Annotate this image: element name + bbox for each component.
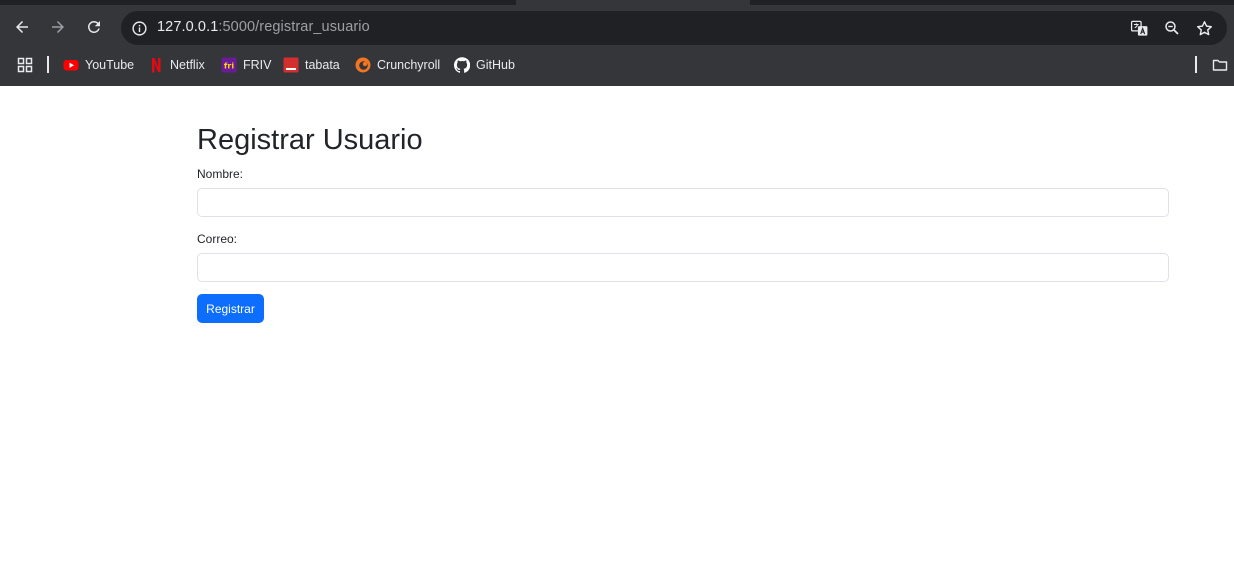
translate-icon	[1130, 20, 1147, 36]
bookmark-label: YouTube	[85, 58, 135, 72]
bookmark-tabata[interactable]: tabata	[283, 55, 340, 75]
bookmark-label: GitHub	[476, 58, 515, 72]
bookmark-friv[interactable]: fri FRIV	[221, 55, 271, 75]
email-label: Correo:	[197, 232, 238, 246]
tab-strip-edge	[0, 0, 516, 5]
apps-grid-icon	[17, 57, 33, 73]
address-bar[interactable]: 127.0.0.1:5000/registrar_usuario	[121, 11, 1227, 45]
forward-button[interactable]	[43, 12, 73, 42]
bookmark-netflix[interactable]: Netflix	[148, 55, 205, 75]
name-label: Nombre:	[197, 167, 244, 181]
info-icon	[131, 20, 147, 36]
bookmark-label: FRIV	[243, 58, 272, 72]
arrow-right-icon	[52, 21, 64, 33]
browser-chrome: 127.0.0.1:5000/registrar_usuario YouTube…	[0, 0, 1234, 86]
bookmark-youtube[interactable]: YouTube	[63, 55, 134, 75]
back-button[interactable]	[7, 12, 37, 42]
url-text[interactable]: 127.0.0.1:5000/registrar_usuario	[157, 19, 370, 35]
netflix-icon	[148, 57, 164, 73]
friv-icon: fri	[221, 57, 237, 73]
bookmark-label: Crunchyroll	[377, 58, 441, 72]
bookmark-star-button[interactable]	[1193, 17, 1215, 39]
github-icon	[454, 57, 470, 73]
reload-button[interactable]	[79, 12, 109, 42]
page-title: Registrar Usuario	[197, 124, 423, 156]
tabata-icon	[283, 57, 299, 73]
register-button[interactable]: Registrar	[197, 294, 264, 323]
bookmark-label: Netflix	[170, 58, 205, 72]
url-host: 127.0.0.1	[157, 19, 219, 35]
svg-text:fri: fri	[224, 62, 234, 71]
tab-strip-edge	[750, 0, 1234, 5]
crunchyroll-icon	[355, 57, 371, 73]
bookmark-github[interactable]: GitHub	[454, 55, 515, 75]
bookmark-crunchyroll[interactable]: Crunchyroll	[355, 55, 440, 75]
browser-toolbar: 127.0.0.1:5000/registrar_usuario	[0, 8, 1234, 48]
youtube-icon	[63, 57, 79, 73]
bookmarks-divider	[1195, 56, 1197, 73]
site-info-button[interactable]	[129, 18, 149, 38]
other-bookmarks-button[interactable]	[1212, 55, 1228, 75]
translate-button[interactable]	[1128, 17, 1150, 39]
arrow-left-icon	[16, 21, 28, 33]
email-input[interactable]	[197, 253, 1169, 282]
name-input[interactable]	[197, 188, 1169, 217]
bookmarks-divider	[47, 56, 49, 73]
url-path: :5000/registrar_usuario	[218, 19, 370, 35]
reload-icon	[87, 20, 100, 33]
bookmarks-bar: YouTube Netflix fri FRIV tabata Crunchyr…	[0, 52, 1234, 78]
folder-icon	[1212, 57, 1228, 73]
bookmark-label: tabata	[305, 58, 340, 72]
apps-button[interactable]	[17, 55, 33, 75]
page-content: Registrar Usuario Nombre: Correo: Regist…	[0, 86, 1234, 581]
star-icon	[1196, 20, 1212, 35]
zoom-button[interactable]	[1161, 17, 1183, 39]
zoom-out-icon	[1165, 21, 1179, 35]
